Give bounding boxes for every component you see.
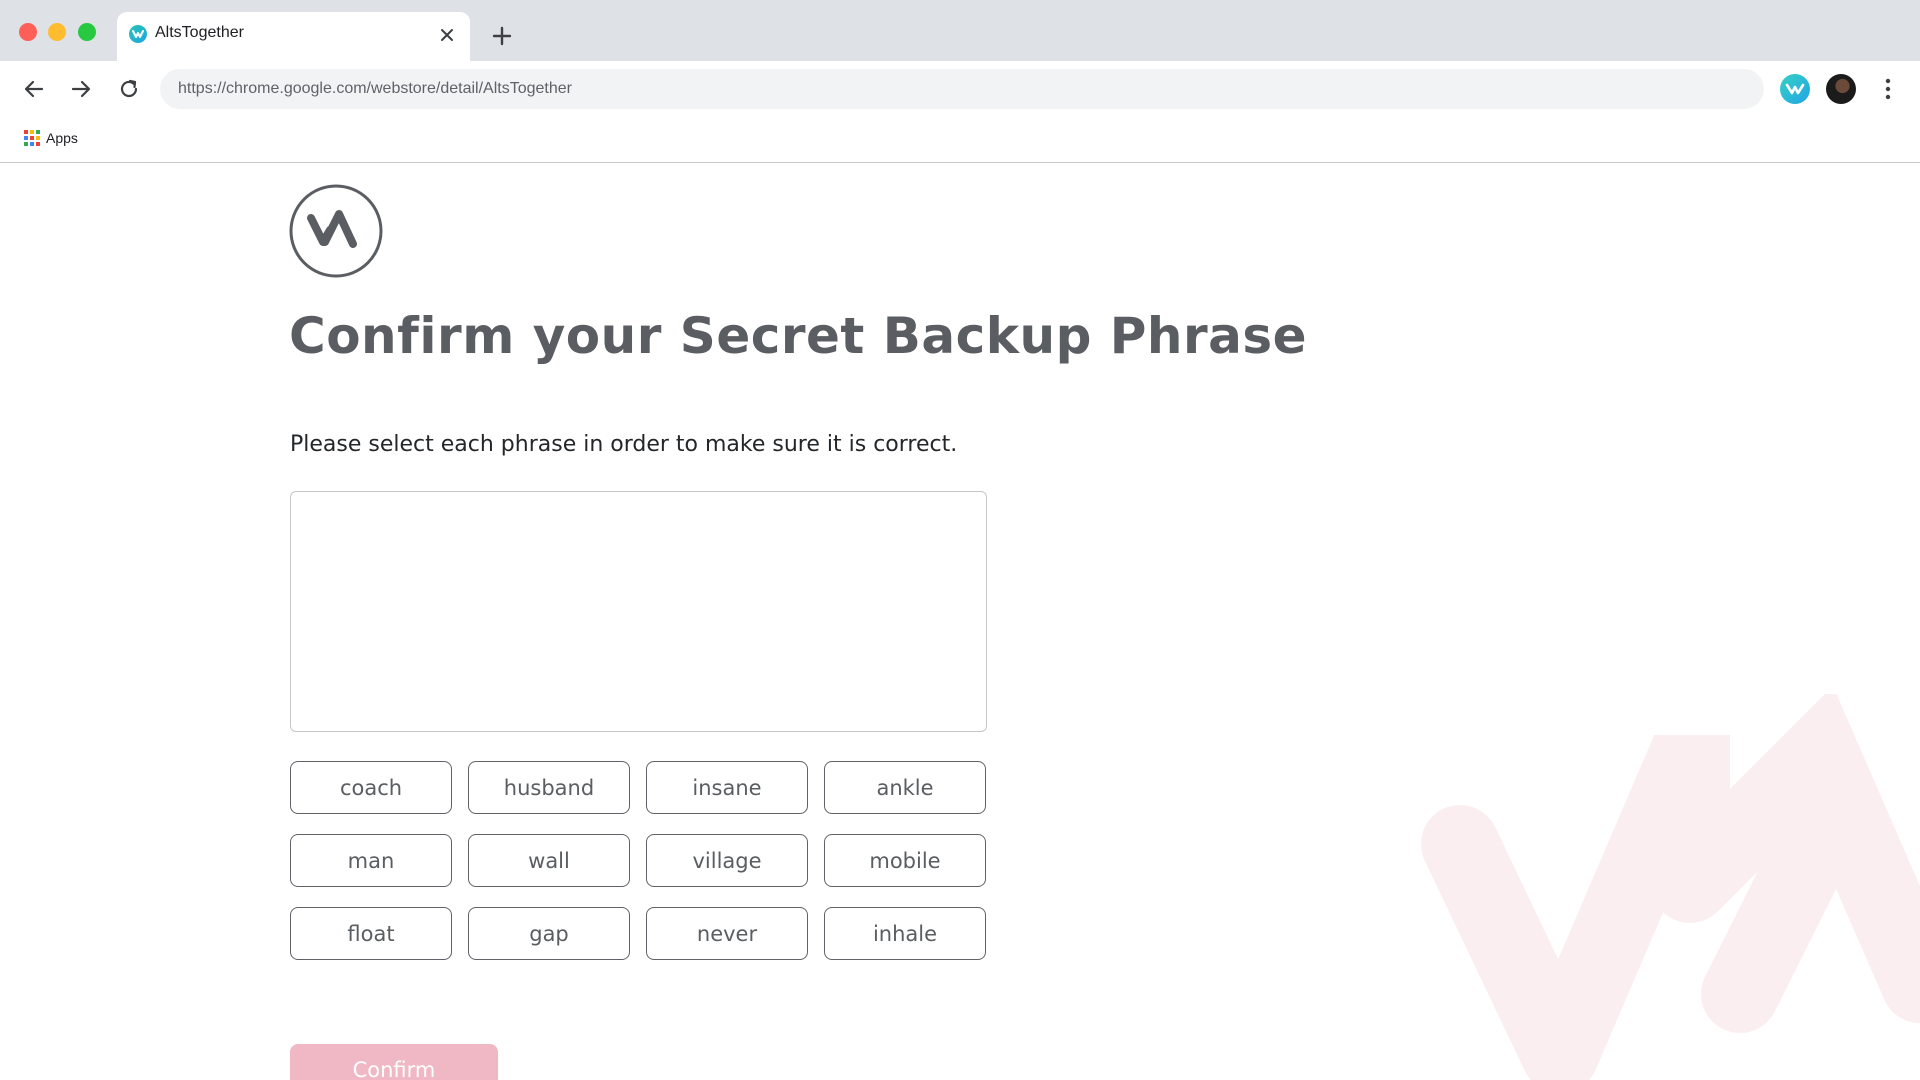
word-button[interactable]: float bbox=[290, 907, 452, 960]
altstogether-extension-icon[interactable] bbox=[1780, 74, 1810, 104]
page-content: Confirm your Secret Backup Phrase Please… bbox=[0, 164, 1920, 1080]
forward-arrow-icon[interactable] bbox=[67, 75, 95, 103]
word-button[interactable]: gap bbox=[468, 907, 630, 960]
word-button[interactable]: mobile bbox=[824, 834, 986, 887]
selected-phrase-area[interactable] bbox=[290, 491, 987, 732]
word-button[interactable]: ankle bbox=[824, 761, 986, 814]
reload-icon[interactable] bbox=[115, 75, 143, 103]
word-button[interactable]: insane bbox=[646, 761, 808, 814]
page-title: Confirm your Secret Backup Phrase bbox=[289, 307, 1308, 365]
altstogether-favicon-icon bbox=[129, 25, 147, 43]
close-window-button[interactable] bbox=[19, 23, 37, 41]
bookmarks-bar: Apps bbox=[0, 116, 1920, 163]
close-icon[interactable] bbox=[438, 26, 456, 44]
tab-title: AltsTogether bbox=[155, 24, 244, 41]
word-button[interactable]: inhale bbox=[824, 907, 986, 960]
instruction-text: Please select each phrase in order to ma… bbox=[290, 432, 958, 457]
word-button[interactable]: wall bbox=[468, 834, 630, 887]
word-button[interactable]: never bbox=[646, 907, 808, 960]
word-button[interactable]: husband bbox=[468, 761, 630, 814]
tab-strip: AltsTogether bbox=[0, 0, 1920, 61]
word-options-grid: coach husband insane ankle man wall vill… bbox=[290, 761, 987, 961]
browser-window: AltsTogether https://chrome.google.com/w… bbox=[0, 0, 1920, 1080]
maximize-window-button[interactable] bbox=[78, 23, 96, 41]
more-vert-icon[interactable] bbox=[1880, 77, 1896, 101]
back-arrow-icon[interactable] bbox=[20, 75, 48, 103]
apps-grid-icon[interactable] bbox=[24, 130, 40, 146]
watermark-logo-icon bbox=[1421, 694, 1920, 1080]
apps-bookmark[interactable]: Apps bbox=[46, 130, 78, 146]
active-tab[interactable]: AltsTogether bbox=[117, 12, 470, 61]
minimize-window-button[interactable] bbox=[48, 23, 66, 41]
altstogether-logo-icon bbox=[289, 184, 383, 278]
browser-toolbar: https://chrome.google.com/webstore/detai… bbox=[0, 61, 1920, 116]
profile-avatar[interactable] bbox=[1826, 74, 1856, 104]
word-button[interactable]: village bbox=[646, 834, 808, 887]
confirm-button[interactable]: Confirm bbox=[290, 1044, 498, 1080]
url-text: https://chrome.google.com/webstore/detai… bbox=[178, 80, 572, 97]
plus-icon[interactable] bbox=[490, 24, 514, 48]
word-button[interactable]: man bbox=[290, 834, 452, 887]
word-button[interactable]: coach bbox=[290, 761, 452, 814]
address-bar[interactable]: https://chrome.google.com/webstore/detai… bbox=[160, 69, 1764, 109]
